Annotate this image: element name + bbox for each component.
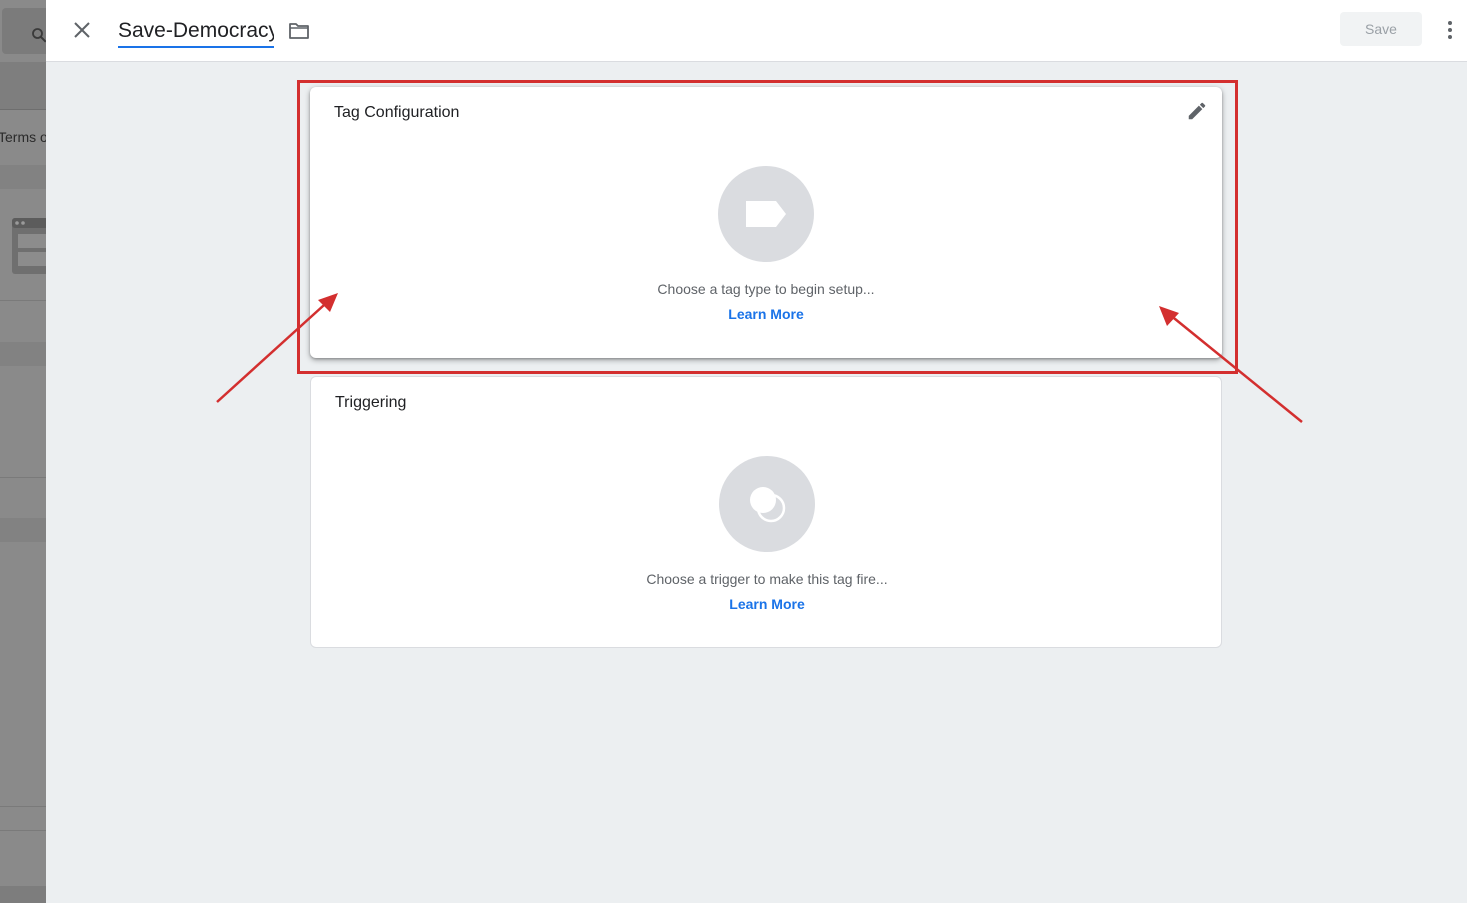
folder-icon[interactable] xyxy=(288,21,310,41)
tag-configuration-title: Tag Configuration xyxy=(334,104,460,121)
search-icon xyxy=(32,28,46,43)
background-divider xyxy=(0,806,46,807)
background-page: Terms o xyxy=(0,0,46,903)
background-toolbar xyxy=(0,62,46,110)
background-band xyxy=(0,342,46,366)
tag-name-input[interactable] xyxy=(118,16,274,48)
background-band xyxy=(0,165,46,189)
triggering-card[interactable]: Triggering Choose a trigger to make this… xyxy=(310,376,1222,648)
background-band xyxy=(0,886,46,903)
trigger-hint: Choose a trigger to make this tag fire..… xyxy=(646,571,888,587)
more-vert-icon[interactable] xyxy=(1440,18,1460,42)
background-divider xyxy=(0,300,46,301)
pencil-icon[interactable] xyxy=(1186,100,1208,122)
background-divider xyxy=(0,830,46,831)
save-button[interactable]: Save xyxy=(1340,12,1422,46)
background-terms-link: Terms o xyxy=(0,129,46,145)
background-band xyxy=(0,518,46,542)
window-icon xyxy=(12,218,46,274)
label-tag-icon xyxy=(746,201,786,227)
tag-type-placeholder[interactable] xyxy=(718,166,814,262)
trigger-placeholder[interactable] xyxy=(719,456,815,552)
triggering-title: Triggering xyxy=(335,394,407,411)
tag-type-hint: Choose a tag type to begin setup... xyxy=(657,281,875,297)
tag-editor-header: Save xyxy=(46,0,1467,62)
trigger-learn-more-link[interactable]: Learn More xyxy=(311,596,1223,612)
tag-configuration-card[interactable]: Tag Configuration Choose a tag type to b… xyxy=(310,87,1222,358)
background-divider xyxy=(0,477,46,478)
close-icon[interactable] xyxy=(72,20,92,40)
background-search-box xyxy=(2,8,46,54)
trigger-icon xyxy=(750,487,786,523)
tag-learn-more-link[interactable]: Learn More xyxy=(310,306,1222,322)
